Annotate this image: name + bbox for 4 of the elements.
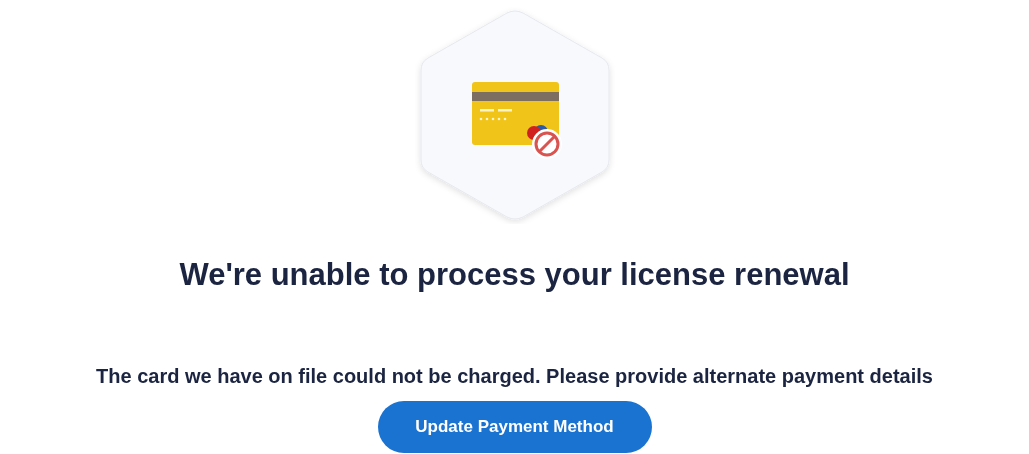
update-payment-button[interactable]: Update Payment Method [377, 400, 652, 453]
heading: We're unable to process your license renewal [179, 256, 850, 294]
message: The card we have on file could not be charged. Please provide alternate payment details [96, 363, 933, 389]
blocked-card-icon [471, 82, 562, 159]
